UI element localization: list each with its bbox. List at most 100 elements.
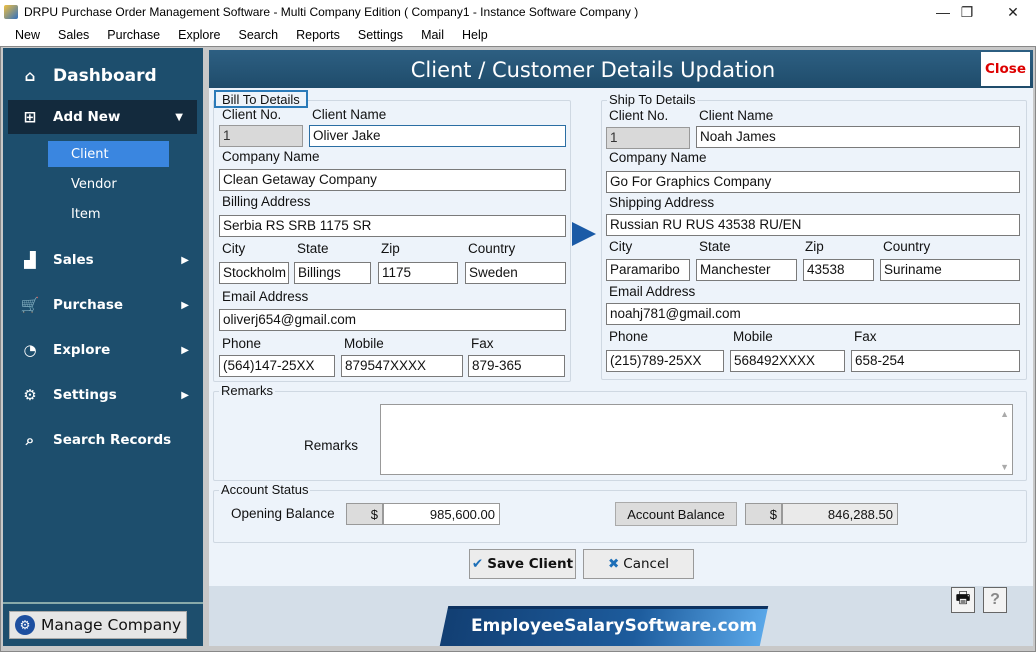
save-client-button[interactable]: ✔ Save Client <box>469 549 576 579</box>
sidebar-item-dashboard[interactable]: ⌂ Dashboard <box>3 58 203 94</box>
menu-settings[interactable]: Settings <box>349 28 412 42</box>
bill-company-field[interactable]: Clean Getaway Company <box>219 169 566 191</box>
ship-zip-label: Zip <box>805 239 824 254</box>
ship-city-field[interactable]: Paramaribo <box>606 259 690 281</box>
opening-balance-label: Opening Balance <box>231 506 335 521</box>
sidebar-item-explore[interactable]: ◔ Explore ▶ <box>3 332 203 368</box>
bill-mobile-field[interactable]: 879547XXXX <box>341 355 463 377</box>
ship-city-label: City <box>609 239 633 254</box>
sidebar-item-search-records[interactable]: ⌕ Search Records <box>3 422 203 458</box>
ship-client-name-field[interactable]: Noah James <box>696 126 1020 148</box>
sidebar-item-label: Sales <box>53 252 94 268</box>
ship-state-label: State <box>699 239 731 254</box>
menu-explore[interactable]: Explore <box>169 28 229 42</box>
scroll-up-icon[interactable]: ▲ <box>1000 409 1009 419</box>
x-icon: ✖ <box>607 556 620 572</box>
menu-mail[interactable]: Mail <box>412 28 453 42</box>
manage-company-button[interactable]: ⚙ Manage Company <box>9 611 187 639</box>
bill-client-name-field[interactable]: Oliver Jake <box>309 125 566 147</box>
ship-company-label: Company Name <box>609 150 707 165</box>
sidebar-divider <box>3 602 203 604</box>
page-title: Client / Customer Details Updation <box>410 58 776 82</box>
menu-sales[interactable]: Sales <box>49 28 98 42</box>
balance-currency: $ <box>745 503 782 525</box>
ship-address-field[interactable]: Russian RU RUS 43538 RU/EN <box>606 214 1020 236</box>
sidebar-item-label: Search Records <box>53 432 172 448</box>
bill-phone-label: Phone <box>222 336 262 351</box>
ship-email-field[interactable]: noahj781@gmail.com <box>606 303 1020 325</box>
window-title: DRPU Purchase Order Management Software … <box>24 5 639 19</box>
pie-chart-icon: ◔ <box>23 341 37 359</box>
bill-address-field[interactable]: Serbia RS SRB 1175 SR <box>219 215 566 237</box>
opening-currency: $ <box>346 503 383 525</box>
restore-button[interactable]: ❐ <box>944 0 990 24</box>
save-client-label: Save Client <box>487 556 574 572</box>
ship-fax-label: Fax <box>854 329 877 344</box>
bill-client-no-label: Client No. <box>222 107 282 122</box>
ship-country-label: Country <box>883 239 931 254</box>
app-icon <box>4 5 18 19</box>
gear-icon: ⚙ <box>23 386 37 404</box>
scroll-down-icon[interactable]: ▼ <box>1000 462 1009 472</box>
sidebar-subitem-vendor[interactable]: Vendor <box>48 171 169 197</box>
bill-state-field[interactable]: Billings <box>294 262 371 284</box>
bill-country-field[interactable]: Sweden <box>465 262 566 284</box>
sidebar-item-settings[interactable]: ⚙ Settings ▶ <box>3 377 203 413</box>
menu-purchase[interactable]: Purchase <box>98 28 169 42</box>
account-balance-field: 846,288.50 <box>782 503 898 525</box>
sidebar-item-sales[interactable]: ▟ Sales ▶ <box>3 242 203 278</box>
close-button[interactable]: Close <box>981 52 1030 86</box>
ship-country-field[interactable]: Suriname <box>880 259 1020 281</box>
menu-help[interactable]: Help <box>453 28 497 42</box>
chart-icon: ▟ <box>24 251 36 269</box>
ship-fax-field[interactable]: 658-254 <box>851 350 1020 372</box>
remarks-legend: Remarks <box>219 383 276 398</box>
ship-mobile-label: Mobile <box>733 329 773 344</box>
panel-header: Client / Customer Details Updation Close <box>209 50 1033 88</box>
sidebar-subitem-item[interactable]: Item <box>48 201 169 227</box>
print-icon[interactable]: 🖶 <box>951 587 975 613</box>
title-bar: DRPU Purchase Order Management Software … <box>0 0 1036 24</box>
ship-state-field[interactable]: Manchester <box>696 259 797 281</box>
sidebar-subitem-client[interactable]: Client <box>48 141 169 167</box>
cart-icon: 🛒 <box>20 296 40 314</box>
ship-client-no-label: Client No. <box>609 108 669 123</box>
bill-phone-field[interactable]: (564)147-25XX <box>219 355 335 377</box>
bill-email-label: Email Address <box>222 289 309 304</box>
ship-address-label: Shipping Address <box>609 195 715 210</box>
home-icon: ⌂ <box>24 67 36 85</box>
menu-bar: New Sales Purchase Explore Search Report… <box>0 24 1036 46</box>
bill-email-field[interactable]: oliverj654@gmail.com <box>219 309 566 331</box>
bill-company-label: Company Name <box>222 149 320 164</box>
ship-company-field[interactable]: Go For Graphics Company <box>606 171 1020 193</box>
sidebar-item-purchase[interactable]: 🛒 Purchase ▶ <box>3 287 203 323</box>
opening-balance-field[interactable]: 985,600.00 <box>383 503 500 525</box>
menu-new[interactable]: New <box>6 28 49 42</box>
ship-mobile-field[interactable]: 568492XXXX <box>730 350 845 372</box>
ship-to-legend: Ship To Details <box>607 92 698 107</box>
bill-client-name-label: Client Name <box>312 107 387 122</box>
checkmark-icon: ✔ <box>471 556 484 572</box>
ship-zip-field[interactable]: 43538 <box>803 259 874 281</box>
bill-address-label: Billing Address <box>222 194 311 209</box>
sidebar: ⌂ Dashboard ⊞ Add New ▼ Client Vendor It… <box>3 48 203 646</box>
sidebar-item-add-new[interactable]: ⊞ Add New ▼ <box>8 100 197 134</box>
help-icon[interactable]: ? <box>983 587 1007 613</box>
remarks-textarea[interactable]: ▲ ▼ <box>380 404 1013 475</box>
close-window-button[interactable]: ✕ <box>990 0 1036 24</box>
cancel-label: Cancel <box>623 556 670 572</box>
bill-zip-field[interactable]: 1175 <box>378 262 458 284</box>
bill-fax-field[interactable]: 879-365 <box>468 355 565 377</box>
menu-reports[interactable]: Reports <box>287 28 349 42</box>
chevron-right-icon: ▶ <box>181 389 189 401</box>
account-balance-button[interactable]: Account Balance <box>615 502 737 526</box>
cancel-button[interactable]: ✖ Cancel <box>583 549 694 579</box>
sidebar-item-label: Add New <box>53 109 121 125</box>
ship-client-no-field: 1 <box>606 127 690 149</box>
ship-phone-field[interactable]: (215)789-25XX <box>606 350 724 372</box>
bill-state-label: State <box>297 241 329 256</box>
bill-city-field[interactable]: Stockholm <box>219 262 289 284</box>
copy-to-ship-arrow-icon[interactable] <box>572 222 596 246</box>
ship-email-label: Email Address <box>609 284 696 299</box>
menu-search[interactable]: Search <box>230 28 288 42</box>
